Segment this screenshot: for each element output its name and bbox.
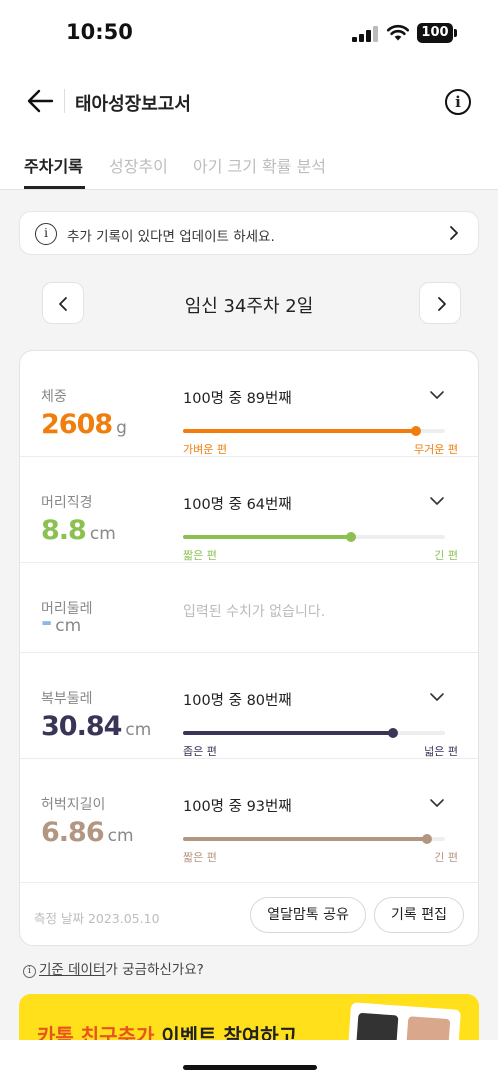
high-label: 긴 편	[434, 549, 458, 562]
home-area	[0, 1040, 498, 1080]
info-circle-icon: i	[35, 223, 57, 245]
empty-value-message: 입력된 수치가 없습니다.	[183, 604, 326, 620]
metric-label: 체중	[41, 389, 67, 405]
next-week-button[interactable]	[419, 282, 461, 324]
tab-bar: 주차기록 성장추이 아기 크기 확률 분석	[0, 134, 498, 190]
percentile-fill	[183, 429, 417, 433]
metric-row-weight[interactable]: 체중 2608 g 100명 중 89번째 가벼운 편 무거운 편	[20, 351, 478, 457]
edit-record-button[interactable]: 기록 편집	[374, 897, 464, 933]
metric-unit: cm	[125, 720, 152, 740]
info-icon[interactable]: i	[445, 89, 471, 115]
metric-value: 6.86 cm	[41, 817, 134, 848]
app-header: 태아성장보고서 i	[0, 70, 498, 134]
percentile-track	[183, 426, 445, 436]
metric-value: - cm	[41, 607, 81, 638]
metric-value: 30.84 cm	[41, 711, 151, 742]
percentile-fill	[183, 837, 427, 841]
share-button[interactable]: 열달맘톡 공유	[250, 897, 366, 933]
signal-icon	[352, 26, 378, 42]
reference-data-help: i 기준 데이터가 궁금하신가요?	[23, 958, 204, 978]
chevron-down-icon[interactable]	[429, 387, 445, 403]
percentile-track	[183, 532, 445, 542]
high-label: 긴 편	[434, 851, 458, 864]
metric-number: -	[41, 607, 52, 638]
percentile-track	[183, 834, 445, 844]
wifi-icon	[386, 24, 410, 41]
metric-label: 머리직경	[41, 495, 93, 511]
tab-growth-trend[interactable]: 성장추이	[109, 153, 168, 177]
low-label: 가벼운 편	[183, 443, 227, 456]
tab-weekly-record[interactable]: 주차기록	[24, 153, 83, 177]
metric-unit: cm	[107, 826, 134, 846]
metric-number: 6.86	[41, 817, 105, 848]
metric-label: 허벅지길이	[41, 797, 106, 813]
page-title: 태아성장보고서	[75, 94, 191, 115]
low-label: 짧은 편	[183, 851, 217, 864]
metric-row-head-circumference: 머리둘레 - cm 입력된 수치가 없습니다.	[20, 563, 478, 653]
metric-unit: cm	[55, 616, 82, 636]
metric-rank: 100명 중 89번째	[183, 391, 292, 407]
chevron-right-icon	[438, 297, 446, 311]
metric-unit: cm	[89, 524, 116, 544]
status-bar: 10:50 100	[0, 0, 498, 70]
metric-rank: 100명 중 80번째	[183, 693, 292, 709]
notice-text: 추가 기록이 있다면 업데이트 하세요.	[67, 229, 275, 245]
battery-icon: 100	[417, 23, 457, 43]
chevron-right-icon	[450, 226, 458, 240]
status-time: 10:50	[66, 20, 133, 44]
tab-size-probability[interactable]: 아기 크기 확률 분석	[193, 153, 326, 177]
metric-row-femur-length[interactable]: 허벅지길이 6.86 cm 100명 중 93번째 짧은 편 긴 편	[20, 759, 478, 883]
metric-number: 2608	[41, 409, 113, 440]
metric-number: 30.84	[41, 711, 122, 742]
metric-unit: g	[116, 418, 127, 438]
percentile-fill	[183, 535, 351, 539]
metric-label: 복부둘레	[41, 691, 93, 707]
metric-row-head-diameter[interactable]: 머리직경 8.8 cm 100명 중 64번째 짧은 편 긴 편	[20, 457, 478, 563]
header-divider	[64, 89, 65, 113]
high-label: 넓은 편	[424, 745, 458, 758]
metrics-card: 체중 2608 g 100명 중 89번째 가벼운 편 무거운 편 머리직경 8.…	[19, 350, 479, 946]
home-indicator	[183, 1065, 317, 1070]
chevron-down-icon[interactable]	[429, 795, 445, 811]
info-circle-icon: i	[23, 965, 36, 978]
reference-data-link[interactable]: 기준 데이터	[39, 962, 105, 978]
chevron-down-icon[interactable]	[429, 493, 445, 509]
low-label: 짧은 편	[183, 549, 217, 562]
metric-rank: 100명 중 93번째	[183, 799, 292, 815]
card-footer: 측정 날짜 2023.05.10 열달맘톡 공유 기록 편집	[20, 883, 478, 945]
measurement-date: 측정 날짜 2023.05.10	[34, 911, 160, 926]
week-navigator: 임신 34주차 2일	[0, 282, 498, 326]
percentile-marker	[387, 728, 398, 738]
low-label: 좁은 편	[183, 745, 217, 758]
metric-rank: 100명 중 64번째	[183, 497, 292, 513]
back-arrow-icon[interactable]	[24, 85, 56, 117]
metric-row-abdominal-circumference[interactable]: 복부둘레 30.84 cm 100명 중 80번째 좁은 편 넓은 편	[20, 653, 478, 759]
help-text: 가 궁금하신가요?	[105, 962, 204, 978]
metric-value: 2608 g	[41, 409, 127, 440]
high-label: 무거운 편	[414, 443, 458, 456]
percentile-marker	[421, 834, 432, 844]
percentile-fill	[183, 731, 393, 735]
percentile-marker	[345, 532, 356, 542]
metric-number: 8.8	[41, 515, 87, 546]
update-notice[interactable]: i 추가 기록이 있다면 업데이트 하세요.	[19, 211, 479, 255]
metric-value: 8.8 cm	[41, 515, 116, 546]
percentile-track	[183, 728, 445, 738]
chevron-down-icon[interactable]	[429, 689, 445, 705]
percentile-marker	[411, 426, 422, 436]
active-tab-underline	[24, 186, 85, 189]
